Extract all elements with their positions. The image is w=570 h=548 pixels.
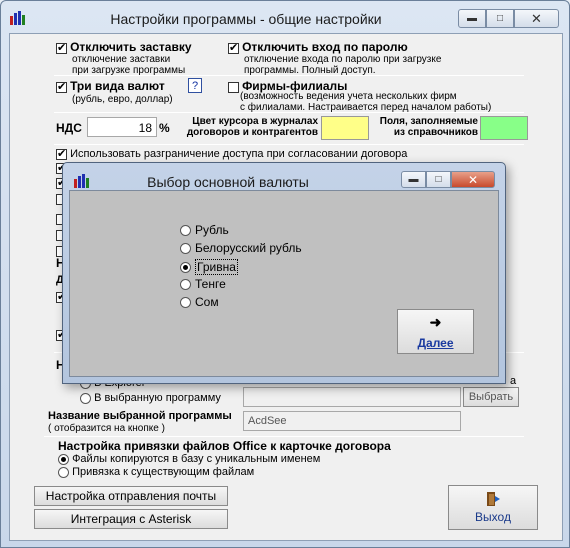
dialog-close-button[interactable]: ✕ [451,171,495,188]
office-link-radio[interactable] [58,466,69,478]
office-copy-label: Файлы копируются в базу с уникальным име… [72,453,321,465]
minimize-icon: ▬ [467,13,477,24]
currency-dialog: Выбор основной валюты ▬ □ ✕ Рубль Белору… [62,162,506,384]
currency-option-kzt[interactable]: Тенге [180,277,226,291]
currency-label: Рубль [195,223,229,237]
branches-checkbox[interactable] [228,81,239,93]
program-name-note: ( отобразится на кнопке ) [48,423,165,434]
program-name-label: Название выбранной программы [48,410,232,422]
currency-label: Тенге [195,277,226,291]
currency-radio[interactable] [180,242,191,254]
access-control-option[interactable]: Использовать разграничение доступа при с… [56,147,408,160]
cursor-color-swatch[interactable] [321,116,369,140]
three-currencies-label: Три вида валют [70,79,165,93]
currency-label: Сом [195,295,219,309]
vat-unit: % [159,121,170,135]
mail-settings-button[interactable]: Настройка отправления почты [34,486,228,506]
close-icon: ✕ [467,172,479,187]
three-currencies-option[interactable]: Три вида валют [56,79,165,93]
program-radio[interactable] [80,392,91,404]
dialog-title: Выбор основной валюты [147,174,309,190]
cursor-color-label: Цвет курсора в журналах договоров и конт… [186,116,318,138]
office-option-link[interactable]: Привязка к существующим файлам [58,466,254,478]
hidden-label-fragment: а [510,375,517,387]
select-program-button[interactable]: Выбрать [463,387,519,407]
disable-password-desc: отключение входа по паролю при загрузке … [244,54,442,76]
three-currencies-checkbox[interactable] [56,80,67,93]
branches-desc: (возможность ведения учета нескольких фи… [240,91,492,113]
currency-radio[interactable] [180,278,191,290]
divider [44,436,524,437]
office-link-label: Привязка к существующим файлам [72,466,255,478]
office-option-copy[interactable]: Файлы копируются в базу с уникальным име… [58,453,320,465]
currency-option-rub[interactable]: Рубль [180,223,229,237]
asterisk-integration-button[interactable]: Интеграция с Asterisk [34,509,228,529]
disable-password-label: Отключить вход по паролю [242,40,408,54]
minimize-button[interactable]: ▬ [458,9,486,28]
vat-label: НДС [56,121,82,135]
currency-label: Гривна [195,259,238,275]
window-title: Настройки программы - общие настройки [110,11,382,27]
filled-fields-color-label: Поля, заполняемые из справочников [379,116,478,138]
close-button[interactable]: ✕ [514,9,559,28]
maximize-icon: □ [435,174,442,185]
currency-label: Белорусский рубль [195,241,302,255]
open-in-program-option[interactable]: В выбранную программу [80,392,221,404]
program-name-input[interactable]: AcdSee [243,411,461,431]
dialog-maximize-button[interactable]: □ [426,171,451,188]
disable-splash-label: Отключить заставку [70,40,192,54]
exit-button[interactable]: Выход [448,485,538,530]
minimize-icon: ▬ [408,174,419,185]
three-currencies-desc: (рубль, евро, доллар) [72,94,173,105]
vat-input[interactable]: 18 [87,117,157,137]
divider [54,112,524,113]
arrow-right-icon: ➜ [429,313,442,330]
next-button[interactable]: ➜ Далее [397,309,474,354]
disable-splash-checkbox[interactable] [56,41,67,54]
currency-radio[interactable] [180,261,191,273]
office-binding-title: Настройка привязки файлов Office к карто… [58,439,391,453]
dialog-minimize-button[interactable]: ▬ [401,171,426,188]
currency-radio[interactable] [180,224,191,236]
program-path-field[interactable] [243,387,461,407]
currency-option-uah[interactable]: Гривна [180,259,238,275]
access-control-checkbox[interactable] [56,147,67,160]
title-bar[interactable]: Настройки программы - общие настройки ▬ … [1,1,569,33]
office-copy-radio[interactable] [58,453,69,465]
disable-splash-desc: отключение заставки при загрузке програм… [72,54,186,76]
disable-password-option[interactable]: Отключить вход по паролю [228,40,408,54]
exit-label: Выход [475,510,511,524]
maximize-button[interactable]: □ [486,9,514,28]
exit-door-icon [487,492,500,506]
divider [54,144,524,145]
currency-option-kgs[interactable]: Сом [180,295,219,309]
disable-splash-option[interactable]: Отключить заставку [56,40,192,54]
filled-fields-color-swatch[interactable] [480,116,528,140]
divider [54,75,524,76]
access-control-label: Использовать разграничение доступа при с… [70,148,408,160]
next-label: Далее [417,335,454,350]
program-label: В выбранную программу [94,392,221,404]
dialog-content: Рубль Белорусский рубль Гривна Тенге Сом… [69,190,499,377]
close-icon: ✕ [531,10,542,26]
currency-help-button[interactable]: ? [188,78,202,93]
disable-password-checkbox[interactable] [228,41,239,54]
currency-option-byr[interactable]: Белорусский рубль [180,241,302,255]
currency-radio[interactable] [180,296,191,308]
maximize-icon: □ [496,13,504,24]
